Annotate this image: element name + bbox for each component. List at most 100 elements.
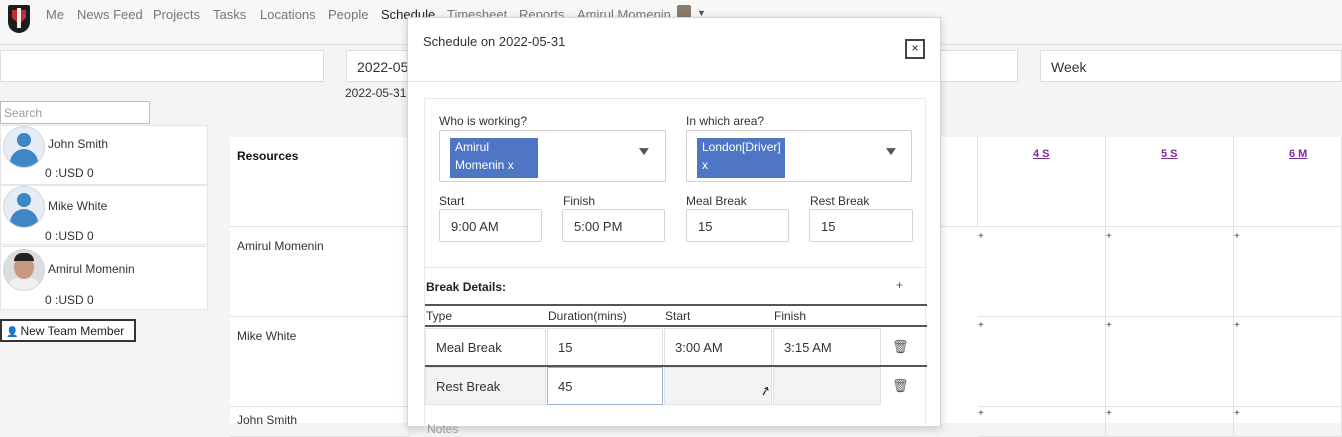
resource-name: Amirul Momenin (237, 239, 324, 253)
search-input[interactable]: Search (0, 101, 150, 124)
schedule-cell[interactable]: + (978, 407, 1106, 437)
new-team-member-button[interactable]: 👤 New Team Member (0, 319, 136, 342)
break-details-title: Break Details: (426, 280, 507, 294)
nav-me[interactable]: Me (46, 7, 64, 22)
member-amount: 0 :USD 0 (45, 293, 94, 307)
resource-row: Amirul Momenin (230, 227, 410, 317)
close-icon: × (911, 41, 919, 55)
day-column-header: 6 M (1234, 137, 1342, 227)
close-button[interactable]: × (905, 39, 925, 59)
resource-row: John Smith (230, 407, 410, 437)
day-link[interactable]: 4 S (1033, 148, 1050, 160)
divider (425, 304, 927, 306)
add-shift-icon[interactable]: + (1106, 320, 1112, 331)
schedule-cell[interactable]: + (1234, 317, 1342, 407)
schedule-cell[interactable]: + (978, 227, 1106, 317)
member-amount: 0 :USD 0 (45, 166, 94, 180)
break-finish-input[interactable]: 3:15 AM (773, 328, 881, 366)
member-name: Amirul Momenin (48, 262, 135, 276)
column-header-finish: Finish (774, 309, 807, 323)
team-member-card[interactable]: Mike White 0 :USD 0 (0, 185, 208, 245)
day-column-header: 5 S (1106, 137, 1234, 227)
schedule-modal: Schedule on 2022-05-31 × Who is working?… (407, 17, 941, 436)
avatar (3, 249, 45, 291)
start-label: Start (439, 194, 465, 208)
resource-row: Mike White (230, 317, 410, 407)
schedule-cell[interactable]: + (1234, 227, 1342, 317)
finish-time-input[interactable]: 5:00 PM (562, 209, 665, 242)
add-shift-icon[interactable]: + (978, 320, 984, 331)
nav-locations[interactable]: Locations (260, 7, 316, 22)
start-time-input[interactable]: 9:00 AM (439, 209, 542, 242)
date-label: 2022-05-31 (345, 86, 407, 100)
view-select[interactable]: Week (1040, 50, 1342, 82)
member-name: John Smith (48, 137, 109, 151)
avatar (3, 126, 45, 168)
divider (408, 81, 940, 82)
break-type-cell[interactable]: Meal Break (425, 328, 546, 366)
member-name: Mike White (48, 199, 108, 213)
resource-name: Mike White (237, 329, 297, 343)
break-details-header: Break Details: + (425, 267, 925, 305)
filter-field[interactable] (0, 50, 324, 82)
add-shift-icon[interactable]: + (978, 231, 984, 242)
day-link[interactable]: 5 S (1161, 148, 1178, 160)
who-label: Who is working? (439, 114, 528, 128)
area-label: In which area? (686, 114, 765, 128)
break-start-input[interactable] (664, 367, 772, 405)
add-shift-icon[interactable]: + (1106, 408, 1112, 419)
add-shift-icon[interactable]: + (1234, 231, 1240, 242)
trash-icon[interactable]: 🗑 (892, 378, 909, 394)
meal-break-input[interactable]: 15 (686, 209, 789, 242)
app-logo[interactable] (8, 5, 30, 33)
team-member-card[interactable]: John Smith 0 :USD 0 (0, 125, 208, 185)
team-member-card[interactable]: Amirul Momenin 0 :USD 0 (0, 246, 208, 310)
divider (425, 325, 927, 327)
schedule-cell[interactable]: + (978, 317, 1106, 407)
add-break-button[interactable]: + (896, 278, 903, 292)
schedule-cell[interactable]: + (1106, 317, 1234, 407)
resources-header-cell: Resources (230, 137, 410, 227)
column-header-type: Type (426, 309, 453, 323)
nav-tasks[interactable]: Tasks (213, 7, 246, 22)
break-start-input[interactable]: 3:00 AM (664, 328, 772, 366)
chevron-down-icon[interactable]: ▼ (636, 144, 653, 158)
break-duration-input[interactable]: 15 (547, 328, 663, 366)
column-header-duration: Duration(mins) (548, 309, 627, 323)
area-select[interactable]: London[Driver] x ▼ (686, 130, 912, 182)
resource-name: John Smith (237, 413, 298, 427)
break-type-cell[interactable]: Rest Break (425, 367, 546, 405)
add-shift-icon[interactable]: + (978, 408, 984, 419)
finish-label: Finish (563, 194, 596, 208)
shift-form: Who is working? Amirul Momenin x ▼ In wh… (424, 98, 927, 436)
selected-person-chip[interactable]: Amirul Momenin x (450, 138, 538, 178)
nav-projects[interactable]: Projects (153, 7, 200, 22)
schedule-cell[interactable]: + (1106, 407, 1234, 437)
day-column-header: 4 S (978, 137, 1106, 227)
add-shift-icon[interactable]: + (1234, 408, 1240, 419)
day-link[interactable]: 6 M (1289, 148, 1307, 160)
chevron-down-icon[interactable]: ▼ (883, 144, 900, 158)
avatar (3, 186, 45, 228)
rest-break-label: Rest Break (810, 194, 870, 208)
add-shift-icon[interactable]: + (1234, 320, 1240, 331)
schedule-cell[interactable]: + (1106, 227, 1234, 317)
member-amount: 0 :USD 0 (45, 229, 94, 243)
selected-area-chip[interactable]: London[Driver] x (697, 138, 785, 178)
who-select[interactable]: Amirul Momenin x ▼ (439, 130, 666, 182)
schedule-cell[interactable]: + (1234, 407, 1342, 437)
filter-field-2[interactable] (930, 50, 1018, 82)
column-header-start: Start (665, 309, 691, 323)
break-duration-input[interactable]: 45 (547, 367, 663, 405)
add-user-icon: 👤 (6, 327, 19, 338)
modal-title: Schedule on 2022-05-31 (423, 34, 566, 49)
break-finish-input[interactable] (773, 367, 881, 405)
nav-people[interactable]: People (328, 7, 368, 22)
trash-icon[interactable]: 🗑 (892, 339, 909, 355)
nav-news-feed[interactable]: News Feed (77, 7, 143, 22)
rest-break-input[interactable]: 15 (809, 209, 913, 242)
add-shift-icon[interactable]: + (1106, 231, 1112, 242)
notes-label: Notes (427, 422, 459, 436)
meal-break-label: Meal Break (686, 194, 747, 208)
resources-header: Resources (237, 149, 299, 163)
